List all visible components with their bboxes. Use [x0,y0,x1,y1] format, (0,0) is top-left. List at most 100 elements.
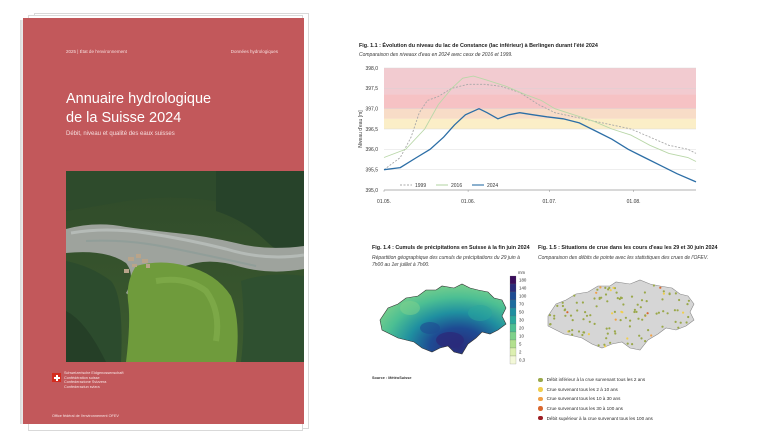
legend-dot-icon [538,396,543,402]
x-tick-label: 01.05. [377,199,391,205]
scale-swatch [509,323,517,333]
scale-label: 140 [519,286,527,291]
cover-header-right: Données hydrologiques [230,49,278,54]
legend-label: 2024 [487,183,498,189]
fig14-title: Fig. 1.4 : Cumuls de précipitations en S… [372,245,530,251]
station-dot [582,331,585,334]
flood-legend: Débit inférieur à la crue survenant tous… [538,375,738,423]
scale-swatch [509,355,517,365]
report-cover: 2025 | État de l'environnement Données h… [23,18,304,424]
scale-swatch [509,331,517,341]
station-dot [622,303,625,306]
cover-header-left: 2025 | État de l'environnement [66,49,127,54]
scale-label: 30 [519,318,524,323]
fig15-subtitle: Comparaison des débits de pointe avec le… [538,255,709,261]
station-dot [647,329,650,332]
station-dot [584,311,587,314]
station-dot [599,286,602,289]
station-dot [549,323,552,326]
station-dot [548,314,552,317]
threshold-band [384,94,696,109]
station-dot [596,288,599,291]
scale-label: 100 [519,294,527,299]
station-dot [573,294,576,297]
scale-swatch [509,339,517,349]
station-dot [668,293,671,296]
station-dot [662,310,665,313]
y-tick-label: 396,5 [365,127,378,133]
station-dot [561,304,564,308]
scale-swatch [509,299,517,309]
x-tick-label: 01.08. [627,199,641,205]
station-dot [589,314,592,317]
station-dot [612,286,615,289]
station-dot [598,297,601,300]
station-dot [652,284,655,287]
station-dot [571,329,574,332]
scale-label: 5 [519,342,522,347]
station-dot [633,310,636,314]
station-dot [674,292,677,295]
station-dot [661,298,664,301]
threshold-band [384,118,696,129]
x-tick-label: 01.07. [543,199,557,205]
station-dot [643,291,646,294]
station-dot [561,301,564,304]
station-dot [626,337,629,340]
station-dot [640,299,644,302]
cover-title: Annuaire hydrologique de la Suisse 2024 [66,90,296,128]
cover-title-line-2: de la Suisse 2024 [66,110,182,126]
station-dot [563,309,566,312]
scale-label: 10 [519,334,524,339]
legend-dot-icon [538,415,543,421]
station-dot [630,295,634,298]
scale-label: 2 [519,350,522,355]
y-tick-label: 396,0 [365,147,378,153]
station-dot [678,298,681,302]
station-dot [686,303,689,306]
station-dot [604,286,607,289]
station-dot [644,314,647,317]
fig11-title: Fig. 1.1 : Évolution du niveau du lac de… [359,43,598,49]
station-dot [614,318,617,321]
station-dot [613,330,616,333]
scale-swatch [509,291,517,301]
station-dot [635,310,638,313]
x-tick-label: 01.06. [461,199,475,205]
station-dot [608,286,611,289]
y-tick-label: 395,0 [365,188,378,194]
station-dot [568,330,571,333]
station-dot [687,299,690,302]
station-dot [639,306,642,309]
station-dot [588,320,591,323]
station-dot [662,292,665,295]
legend-item: Débit inférieur à la crue survenant tous… [538,375,738,385]
scale-label: 70 [519,302,524,307]
scale-label: 20 [519,326,524,331]
station-dot [673,309,676,312]
station-dot [628,325,631,328]
y-tick-label: 397,5 [365,86,378,92]
office-name: Office fédéral de l'environnement OFEV [52,414,119,418]
station-dot [553,317,556,320]
legend-label: Débit inférieur à la crue survenant tous… [546,377,646,383]
station-dot [619,296,622,299]
station-dot [685,321,688,324]
station-dot [611,312,614,315]
cover-header: 2025 | État de l'environnement Données h… [66,49,278,54]
scale-unit: mm [518,270,525,275]
station-dot [666,312,669,315]
precipitation-map: mm 180 140 100 70 50 30 20 10 5 2 0,3 [379,270,527,365]
station-dot [657,311,660,314]
station-dot [569,314,573,317]
station-dot [624,316,627,319]
legend-item: Crue survenant tous les 2 à 10 ans [538,385,738,395]
station-dot [566,311,569,314]
station-dot [587,333,590,336]
swiss-flag-icon [52,373,61,382]
station-dot [674,320,677,323]
station-dot [605,327,608,330]
station-dot [613,310,616,313]
station-dot [679,321,682,324]
station-dot [631,343,634,346]
